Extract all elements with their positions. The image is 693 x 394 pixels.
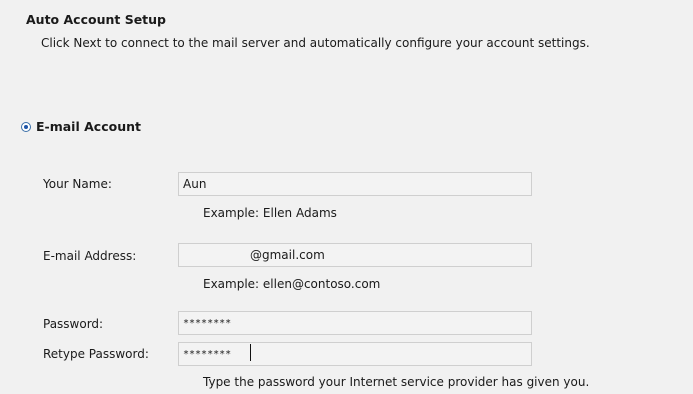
email-account-option[interactable]: E-mail Account	[21, 119, 141, 134]
header-description: Click Next to connect to the mail server…	[41, 36, 590, 50]
header-title: Auto Account Setup	[26, 12, 166, 27]
email-address-label: E-mail Address:	[43, 249, 137, 263]
password-hint: Type the password your Internet service …	[203, 375, 590, 389]
retype-password-label: Retype Password:	[43, 347, 149, 361]
email-address-hint: Example: ellen@contoso.com	[203, 277, 381, 291]
your-name-hint: Example: Ellen Adams	[203, 206, 337, 220]
text-cursor	[250, 344, 251, 361]
your-name-label: Your Name:	[43, 177, 112, 191]
password-label: Password:	[43, 317, 104, 331]
your-name-input[interactable]	[178, 172, 532, 196]
retype-password-input[interactable]	[178, 342, 532, 366]
email-account-label: E-mail Account	[36, 119, 141, 134]
radio-button-selected-icon[interactable]	[21, 121, 31, 132]
password-input[interactable]	[178, 311, 532, 335]
email-address-input[interactable]	[178, 243, 532, 267]
